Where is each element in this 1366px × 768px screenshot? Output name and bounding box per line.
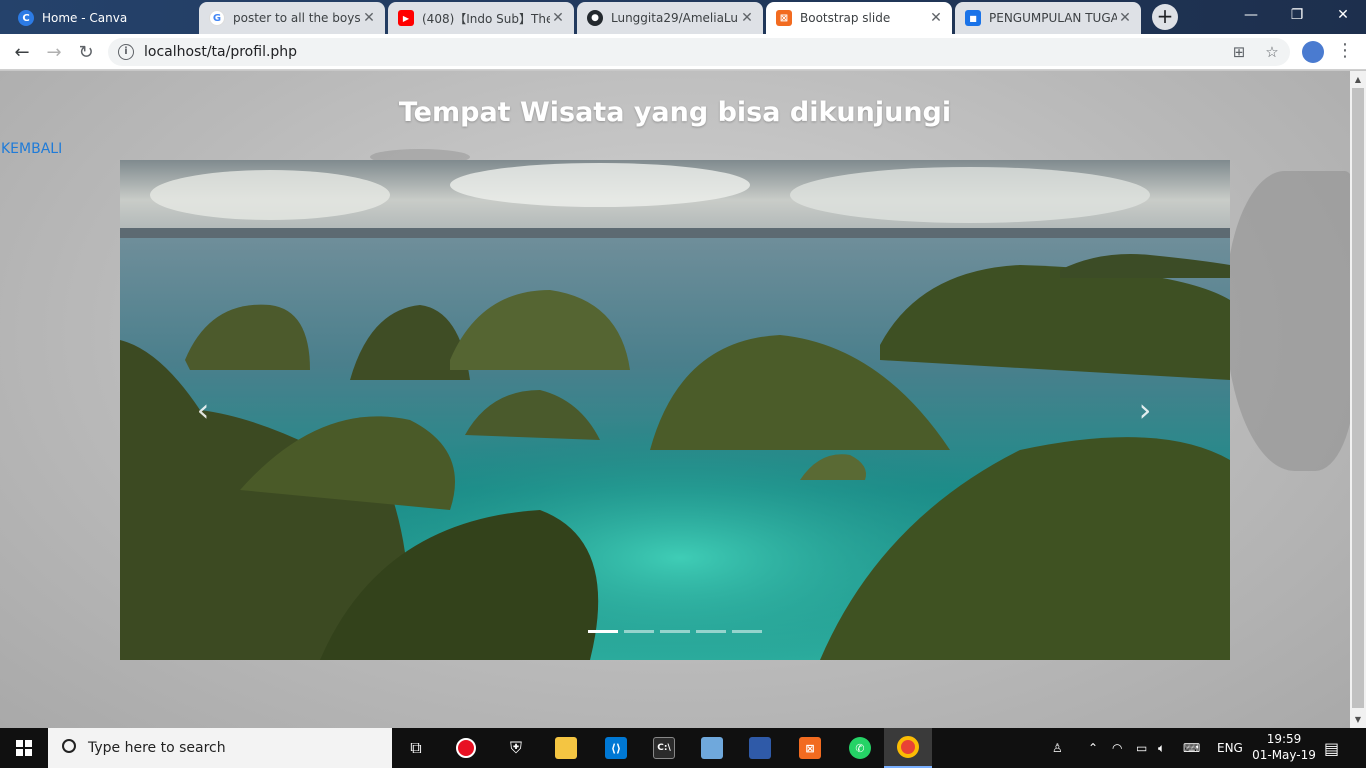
xampp-icon: ⊠ <box>776 10 792 26</box>
whatsapp-icon[interactable]: ✆ <box>836 728 884 768</box>
google-icon: G <box>209 10 225 26</box>
language-indicator[interactable]: ENG <box>1217 728 1243 768</box>
tab-title: Home - Canva <box>42 11 128 25</box>
notification-icon[interactable]: ▤ <box>1324 728 1339 768</box>
chevron-left-icon[interactable]: ‹ <box>188 390 218 430</box>
page-title: Tempat Wisata yang bisa dikunjungi <box>398 97 952 128</box>
close-tab-icon[interactable]: ✕ <box>550 10 566 26</box>
wifi-icon[interactable]: ◠ <box>1112 728 1122 768</box>
clock-time: 19:59 <box>1266 732 1302 746</box>
search-placeholder: Type here to search <box>88 740 226 756</box>
task-view-icon[interactable]: ⧉ <box>392 728 440 768</box>
back-link[interactable]: KEMBALI <box>1 141 62 157</box>
volume-icon[interactable]: 🔈︎ <box>1158 728 1165 768</box>
page-content: Tempat Wisata yang bisa dikunjungi KEMBA… <box>0 71 1350 728</box>
taskbar: Type here to search ⧉ ⛨ ⟨⟩ C:\ ⊠ ✆ ♙ ⌃ ◠… <box>0 728 1366 768</box>
tab-title: PENGUMPULAN TUGAS <box>989 11 1117 25</box>
scroll-down-icon[interactable]: ▼ <box>1350 711 1366 728</box>
carousel-indicator[interactable] <box>588 630 618 633</box>
url-text[interactable]: localhost/ta/profil.php <box>144 44 297 60</box>
keyboard-icon[interactable]: ⌨ <box>1183 728 1200 768</box>
chrome-taskbar-icon[interactable] <box>884 728 932 768</box>
browser-toolbar: ← → ↻ i localhost/ta/profil.php ⊞ ☆ ⋮ <box>0 34 1366 70</box>
address-bar[interactable]: i localhost/ta/profil.php <box>108 38 1290 66</box>
terminal-icon[interactable]: C:\ <box>640 728 688 768</box>
world-map-decoration <box>1225 171 1350 471</box>
image-carousel[interactable]: ‹ › <box>120 160 1230 660</box>
bookmark-star-icon[interactable]: ☆ <box>1262 43 1282 63</box>
carousel-indicators <box>588 630 762 633</box>
record-icon[interactable] <box>442 728 490 768</box>
close-tab-icon[interactable]: ✕ <box>928 10 944 26</box>
translate-icon[interactable]: ⊞ <box>1229 43 1249 63</box>
windows-logo-icon <box>16 740 32 756</box>
tab-canva[interactable]: C Home - Canva <box>8 2 198 34</box>
close-tab-icon[interactable]: ✕ <box>739 10 755 26</box>
close-tab-icon[interactable]: ✕ <box>1117 10 1133 26</box>
github-icon: ● <box>587 10 603 26</box>
tab-google-search[interactable]: G poster to all the boys i l ✕ <box>199 2 385 34</box>
canva-icon: C <box>18 10 34 26</box>
people-icon[interactable]: ♙ <box>1052 728 1063 768</box>
vertical-scrollbar[interactable]: ▲ ▼ <box>1350 71 1366 728</box>
xampp-taskbar-icon[interactable]: ⊠ <box>786 728 834 768</box>
tab-youtube[interactable]: ▶ (408)【Indo Sub】The Bi ✕ <box>388 2 574 34</box>
scrollbar-thumb[interactable] <box>1352 88 1364 708</box>
browser-tab-strip: C Home - Canva G poster to all the boys … <box>0 0 1366 34</box>
3d-box-icon[interactable] <box>736 728 784 768</box>
search-icon <box>62 739 76 753</box>
classroom-icon: ■ <box>965 10 981 26</box>
carousel-indicator[interactable] <box>660 630 690 633</box>
virtualbox-icon[interactable] <box>688 728 736 768</box>
slide-image-raja-ampat <box>120 160 1230 660</box>
vscode-icon[interactable]: ⟨⟩ <box>592 728 640 768</box>
tab-title: (408)【Indo Sub】The Bi <box>422 11 550 26</box>
system-clock[interactable]: 19:59 01-May-19 <box>1246 731 1322 763</box>
taskbar-search-box[interactable]: Type here to search <box>48 728 392 768</box>
carousel-indicator[interactable] <box>624 630 654 633</box>
tab-pengumpulan-tugas[interactable]: ■ PENGUMPULAN TUGAS ✕ <box>955 2 1141 34</box>
info-icon[interactable]: i <box>118 44 134 60</box>
battery-icon[interactable]: ▭ <box>1136 728 1147 768</box>
kebab-menu-icon[interactable]: ⋮ <box>1336 40 1354 62</box>
minimize-button[interactable]: — <box>1228 0 1274 30</box>
security-shield-icon[interactable]: ⛨ <box>492 728 540 768</box>
close-window-button[interactable]: ✕ <box>1320 0 1366 30</box>
forward-arrow-icon[interactable]: → <box>42 40 66 64</box>
back-arrow-icon[interactable]: ← <box>10 40 34 64</box>
windows-start-button[interactable] <box>0 728 48 768</box>
tab-title: poster to all the boys i l <box>233 11 361 25</box>
profile-avatar[interactable] <box>1302 41 1324 63</box>
scroll-up-icon[interactable]: ▲ <box>1350 71 1366 88</box>
restore-button[interactable]: ❐ <box>1274 0 1320 30</box>
reload-icon[interactable]: ↻ <box>74 40 98 64</box>
file-explorer-icon[interactable] <box>542 728 590 768</box>
youtube-icon: ▶ <box>398 10 414 26</box>
tab-bootstrap-slide[interactable]: ⊠ Bootstrap slide ✕ <box>766 2 952 34</box>
carousel-indicator[interactable] <box>696 630 726 633</box>
new-tab-button[interactable]: + <box>1152 4 1178 30</box>
chevron-right-icon[interactable]: › <box>1130 390 1160 430</box>
clock-date: 01-May-19 <box>1252 748 1316 762</box>
chevron-up-icon[interactable]: ⌃ <box>1088 728 1098 768</box>
close-tab-icon[interactable]: ✕ <box>361 10 377 26</box>
tab-github[interactable]: ● Lunggita29/AmeliaLung ✕ <box>577 2 763 34</box>
tab-title: Lunggita29/AmeliaLung <box>611 11 739 25</box>
carousel-indicator[interactable] <box>732 630 762 633</box>
tab-title: Bootstrap slide <box>800 11 891 25</box>
